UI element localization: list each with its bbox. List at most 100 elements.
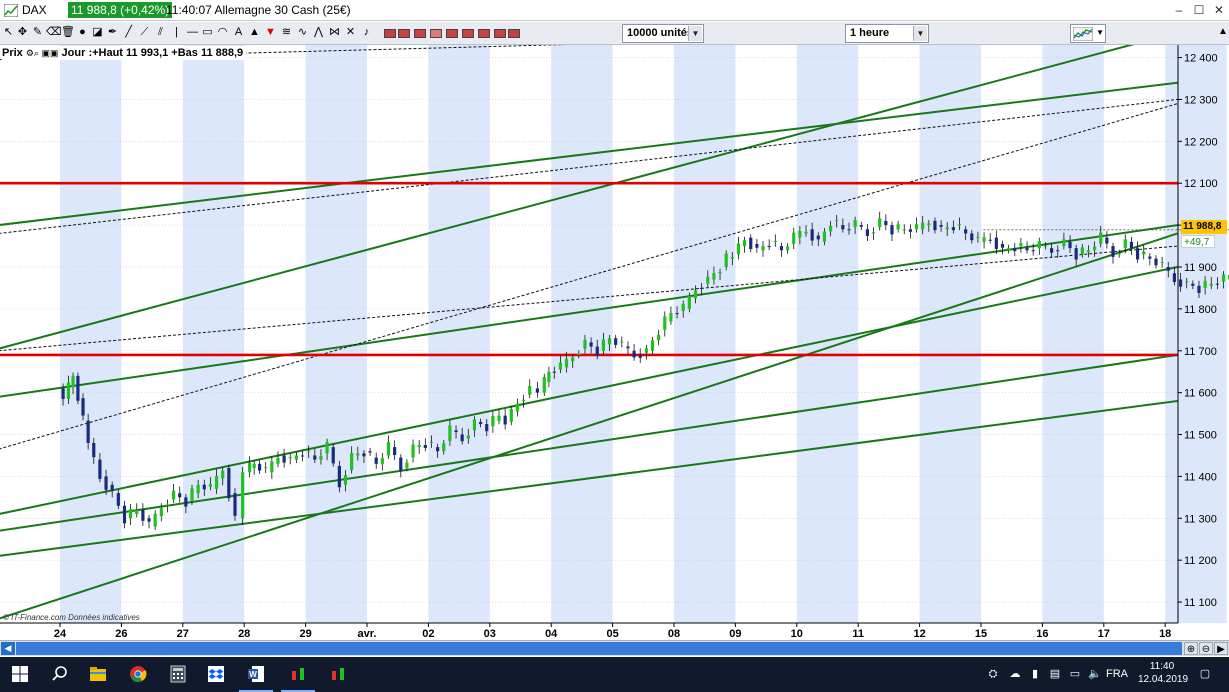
candle-body (104, 476, 108, 490)
calculator-button[interactable] (158, 657, 198, 692)
text-icon[interactable]: A (232, 26, 245, 39)
y-tick-label: 11 200 (1184, 555, 1217, 567)
period-select[interactable]: 1 heure ▼ (845, 24, 929, 43)
chart-scrollbar[interactable]: ◀ ⊕ ⊖ ▶ (0, 640, 1229, 656)
candle-body (509, 408, 513, 422)
horizontal-line-icon[interactable]: — (186, 26, 199, 39)
color-swatch-red[interactable] (384, 29, 396, 38)
notification-icon[interactable]: ▢ (1196, 666, 1214, 682)
bulb-icon[interactable]: ● (76, 26, 89, 39)
close-icon[interactable]: ✕ (1212, 3, 1226, 17)
dropbox-button[interactable] (196, 657, 236, 692)
trash-icon[interactable]: 🗑 (61, 26, 75, 39)
minimize-icon[interactable]: – (1172, 3, 1186, 17)
day-high-low: Jour :+Haut 11 993,1 +Bas 11 888,9 (61, 47, 244, 59)
candle-body (921, 222, 925, 230)
dropbox-icon (208, 666, 224, 682)
color-swatch-red-4[interactable] (446, 29, 458, 38)
candle-body (1031, 250, 1035, 252)
color-swatch-pink[interactable] (430, 29, 442, 38)
price-chart[interactable]: 12 40012 30012 20012 10012 00011 90011 8… (0, 45, 1229, 640)
candle-body (700, 287, 704, 289)
file-explorer-button[interactable] (78, 657, 118, 692)
scroll-right-icon[interactable]: ▶ (1214, 642, 1228, 655)
cursor-icon[interactable]: ↖ (2, 26, 15, 39)
period-select-value: 1 heure (850, 27, 890, 39)
chevron-up-icon[interactable]: ▲ (1218, 26, 1228, 37)
chrome-button[interactable] (118, 657, 158, 692)
rectangle-icon[interactable]: ▭ (201, 26, 214, 39)
crosshair-icon[interactable]: ✥ (16, 26, 29, 39)
candle-body (773, 241, 777, 243)
up-arrow-icon[interactable]: ▲ (248, 26, 261, 39)
arc-icon[interactable]: ◠ (216, 26, 229, 39)
cloud-icon[interactable]: ☁ (1006, 666, 1024, 682)
color-swatch-red-2[interactable] (398, 29, 410, 38)
candle-body (927, 223, 931, 226)
color-swatch-red-6[interactable] (478, 29, 490, 38)
color-swatch-red-3[interactable] (414, 29, 426, 38)
candle-body (1142, 251, 1146, 255)
language-indicator[interactable]: FRA (1106, 666, 1128, 682)
volume-icon[interactable]: 🔈 (1086, 666, 1104, 682)
pen-icon[interactable]: ✒ (106, 26, 119, 39)
chart-info-bar: Prix ⚙⌕ ▣▣ Jour :+Haut 11 993,1 +Bas 11 … (2, 46, 247, 60)
cross-tool-icon[interactable]: ✕ (344, 26, 357, 39)
info-tools-icon[interactable]: ⚙⌕ ▣▣ (26, 48, 59, 58)
color-swatch-red-8[interactable] (508, 29, 520, 38)
candle-body (1148, 256, 1152, 259)
start-button[interactable] (0, 657, 40, 692)
candle-body (822, 231, 827, 242)
candle-body (92, 442, 96, 458)
candle-body (994, 237, 998, 249)
candle-body (362, 453, 366, 457)
channel-icon[interactable]: ⫽ (154, 26, 167, 39)
pattern-icon[interactable]: ⋈ (328, 26, 341, 39)
color-swatch-red-5[interactable] (462, 29, 474, 38)
search-button[interactable] (40, 657, 80, 692)
zoom-out-icon[interactable]: ⊖ (1199, 642, 1213, 655)
fibonacci-icon[interactable]: ≋ (280, 26, 293, 39)
chart-type-button[interactable]: ▼ (1070, 24, 1106, 43)
battery-icon[interactable]: ▭ (1066, 666, 1084, 682)
x-tick-label: 03 (484, 628, 496, 640)
tray-app-icon[interactable]: ▮ (1026, 666, 1044, 682)
candle-body (970, 233, 974, 241)
down-arrow-icon[interactable]: ▼ (264, 26, 277, 39)
chevron-down-icon: ▼ (913, 26, 927, 41)
candle-body (337, 465, 341, 488)
fill-icon[interactable]: ◪ (91, 26, 104, 39)
candle-body (515, 403, 520, 412)
chart-canvas[interactable]: 12 40012 30012 20012 10012 00011 90011 8… (0, 45, 1229, 640)
candle-body (681, 303, 685, 311)
prorealtime-2-button[interactable] (318, 657, 358, 692)
people-icon[interactable]: ⛭ (984, 666, 1002, 682)
line-icon[interactable]: ╱ (122, 26, 135, 39)
color-swatch-red-7[interactable] (494, 29, 506, 38)
taskbar-clock[interactable]: 11:40 12.04.2019 (1138, 660, 1188, 686)
candle-body (957, 224, 962, 226)
quantity-select[interactable]: 10000 unités ▼ (622, 24, 704, 43)
candle-body (1221, 274, 1226, 282)
word-button[interactable]: W (236, 657, 276, 692)
zoom-in-icon[interactable]: ⊕ (1184, 642, 1198, 655)
network-icon[interactable]: ▤ (1046, 666, 1064, 682)
ray-icon[interactable]: ⟋ (138, 26, 151, 39)
candle-body (503, 415, 507, 425)
candle-body (196, 484, 200, 494)
candle-body (933, 220, 937, 231)
scroll-thumb[interactable] (16, 642, 1182, 655)
maximize-icon[interactable]: ☐ (1192, 3, 1206, 17)
eraser-icon[interactable]: ⌫ (46, 26, 62, 39)
pencil-icon[interactable]: ✎ (31, 26, 44, 39)
search-icon (52, 666, 67, 681)
prorealtime-button[interactable] (278, 657, 318, 692)
wave-icon[interactable]: ∿ (296, 26, 309, 39)
candle-body (171, 490, 176, 500)
candle-body (1172, 273, 1177, 283)
candle-body (98, 459, 102, 479)
vertical-line-icon[interactable]: | (170, 26, 183, 39)
zigzag-icon[interactable]: ⋀ (312, 26, 325, 39)
sound-icon[interactable]: ♪ (360, 26, 373, 39)
scroll-left-icon[interactable]: ◀ (1, 642, 15, 655)
